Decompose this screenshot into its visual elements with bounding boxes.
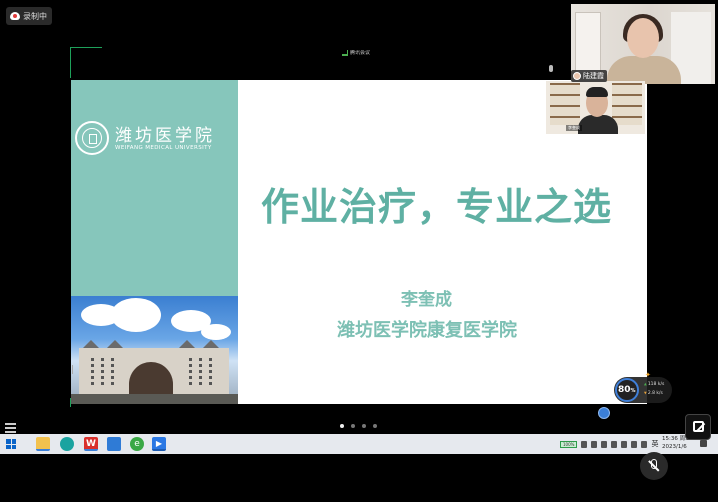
slide-left-panel: 潍坊医学院 WEIFANG MEDICAL UNIVERSITY — [71, 80, 238, 296]
active-speaker-label: 陆建霞 — [571, 70, 607, 82]
file-explorer-icon[interactable] — [36, 437, 50, 451]
tencent-meeting-icon[interactable]: ▶ — [152, 437, 166, 451]
volume-icon[interactable] — [631, 440, 638, 448]
page-dot-3[interactable] — [362, 424, 366, 428]
windows-taskbar: W e ▶ 100% 英 15:36 周五 2023/1/6 — [0, 434, 718, 454]
slide-author: 李奎成 — [401, 290, 452, 310]
page-dot-1[interactable] — [340, 424, 344, 428]
tray-sync-icon[interactable] — [601, 440, 608, 448]
wps-office-icon[interactable]: W — [84, 437, 98, 451]
page-indicator[interactable] — [340, 424, 377, 428]
speaker-avatar — [573, 72, 581, 80]
university-seal-icon — [75, 121, 109, 155]
download-speed: 2.8 k/s — [644, 391, 663, 396]
mic-icon — [549, 65, 553, 72]
annotate-button[interactable] — [685, 414, 711, 440]
floating-assistant-icon[interactable] — [598, 407, 610, 419]
network-widget[interactable]: 80% 118 k/s 2.8 k/s — [614, 377, 672, 403]
list-menu-icon[interactable] — [3, 420, 18, 435]
battery-indicator[interactable]: 100% — [560, 440, 578, 448]
slide-department: 潍坊医学院康复医学院 — [337, 320, 517, 341]
network-score: 80% — [618, 385, 636, 395]
slide-edge-marker — [72, 365, 82, 374]
ie-browser-icon[interactable]: e — [130, 437, 144, 451]
slide-title: 作业治疗，专业之选 — [261, 185, 613, 229]
recording-badge[interactable]: 录制中 — [6, 7, 52, 25]
tray-check-icon[interactable] — [611, 440, 618, 448]
university-name-en: WEIFANG MEDICAL UNIVERSITY — [115, 145, 212, 151]
mute-mic-button[interactable] — [640, 452, 668, 480]
page-dot-4[interactable] — [373, 424, 377, 428]
clock-date: 2023/1/6 — [662, 444, 687, 450]
video-tile-self[interactable]: 李奎成 — [546, 81, 645, 134]
photos-app-icon[interactable] — [107, 437, 121, 451]
active-speaker-name: 陆建霞 — [583, 72, 604, 80]
recording-label: 录制中 — [23, 11, 47, 21]
cloud-record-icon — [10, 12, 20, 20]
tray-app-icon[interactable] — [581, 440, 588, 448]
edge-browser-icon[interactable] — [60, 437, 74, 451]
page-dot-2[interactable] — [351, 424, 355, 428]
upload-speed: 118 k/s — [644, 382, 665, 387]
edit-pen-icon — [693, 421, 704, 432]
windows-start-icon[interactable] — [6, 439, 16, 449]
system-tray: 100% 英 — [560, 439, 658, 449]
battery-icon[interactable] — [641, 440, 648, 448]
self-name-label: 李奎成 — [566, 125, 582, 131]
wifi-icon[interactable] — [621, 440, 628, 448]
tray-shield-icon[interactable] — [591, 440, 598, 448]
notification-icon[interactable] — [700, 440, 707, 447]
campus-photo — [71, 296, 238, 404]
ime-indicator[interactable]: 英 — [651, 439, 658, 449]
university-name-cn: 潍坊医学院 — [115, 126, 215, 146]
